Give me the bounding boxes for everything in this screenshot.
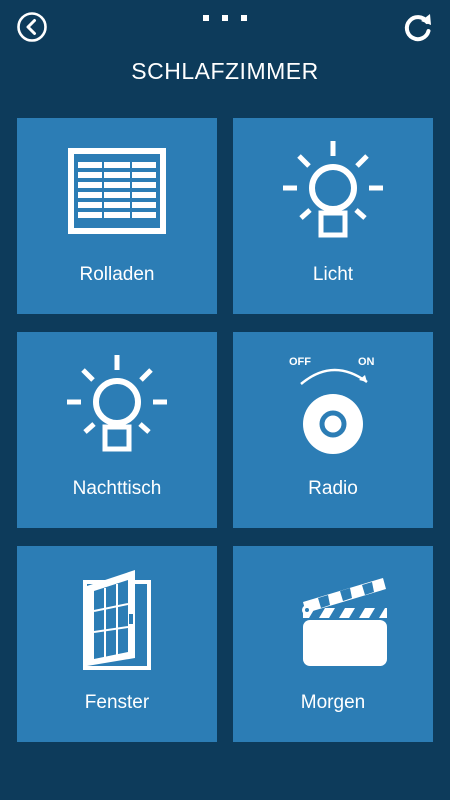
roller-shutter-icon <box>68 148 166 234</box>
radio-dial-icon: OFF ON <box>289 356 375 454</box>
tile-rolladen[interactable]: Rolladen <box>17 118 217 314</box>
more-dots-icon[interactable] <box>203 13 247 23</box>
page-title: SCHLAFZIMMER <box>131 58 319 84</box>
tile-label: Nachttisch <box>72 478 162 499</box>
tile-fenster[interactable]: Fenster <box>17 546 217 742</box>
tile-morgen[interactable]: Morgen <box>233 546 433 742</box>
dial-on-label: ON <box>358 356 375 368</box>
tile-nachttisch[interactable]: Nachttisch <box>17 332 217 528</box>
tile-label: Morgen <box>300 692 366 713</box>
dial-off-label: OFF <box>289 356 311 368</box>
refresh-icon[interactable] <box>402 11 434 43</box>
light-bulb-icon <box>67 355 167 452</box>
tile-radio[interactable]: OFF ON Radio <box>233 332 433 528</box>
tile-label: Fenster <box>84 692 150 713</box>
clapperboard-icon <box>302 578 387 666</box>
tile-label: Radio <box>308 478 358 499</box>
window-icon <box>83 570 151 670</box>
tile-licht[interactable]: Licht <box>233 118 433 314</box>
light-bulb-icon <box>283 141 383 238</box>
tile-label: Rolladen <box>79 264 155 285</box>
back-icon[interactable] <box>16 11 48 43</box>
tile-label: Licht <box>312 264 354 285</box>
top-bar <box>0 0 450 52</box>
